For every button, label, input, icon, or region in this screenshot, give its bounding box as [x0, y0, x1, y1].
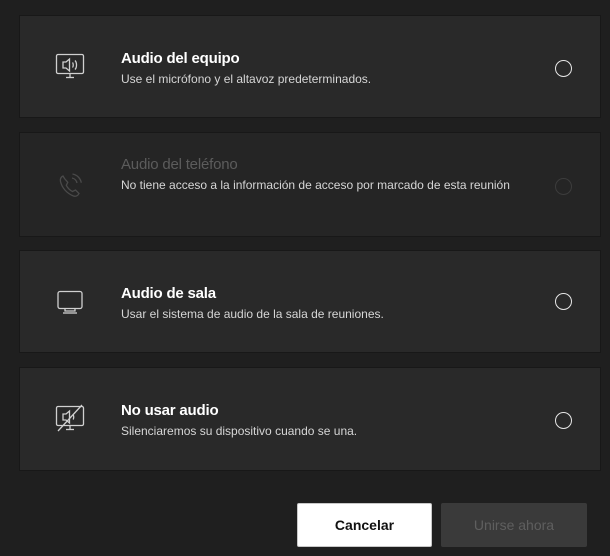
radio-phone-audio	[555, 178, 572, 195]
radio-computer-audio[interactable]	[555, 60, 572, 77]
radio-room-audio[interactable]	[555, 293, 572, 310]
option-description: Use el micrófono y el altavoz predetermi…	[121, 72, 372, 86]
option-description: Silenciaremos su dispositivo cuando se u…	[121, 424, 358, 438]
option-description: No tiene acceso a la información de acce…	[121, 178, 510, 192]
cancel-button[interactable]: Cancelar	[297, 503, 432, 547]
option-phone-audio: Audio del teléfono No tiene acceso a la …	[19, 132, 601, 237]
option-computer-audio[interactable]: Audio del equipo Use el micrófono y el a…	[19, 15, 601, 118]
option-room-audio[interactable]: Audio de sala Usar el sistema de audio d…	[19, 250, 601, 353]
audio-options-dialog: Audio del equipo Use el micrófono y el a…	[0, 0, 610, 556]
option-title: Audio del teléfono	[121, 156, 238, 173]
radio-no-audio[interactable]	[555, 412, 572, 429]
phone-audio-icon	[54, 171, 86, 201]
computer-audio-icon	[54, 52, 86, 82]
option-title: Audio del equipo	[121, 50, 240, 67]
no-audio-icon	[54, 404, 86, 434]
join-now-button: Unirse ahora	[441, 503, 587, 547]
option-description: Usar el sistema de audio de la sala de r…	[121, 307, 384, 321]
option-no-audio[interactable]: No usar audio Silenciaremos su dispositi…	[19, 367, 601, 471]
option-title: Audio de sala	[121, 285, 216, 302]
option-title: No usar audio	[121, 402, 219, 419]
room-audio-icon	[54, 288, 86, 318]
